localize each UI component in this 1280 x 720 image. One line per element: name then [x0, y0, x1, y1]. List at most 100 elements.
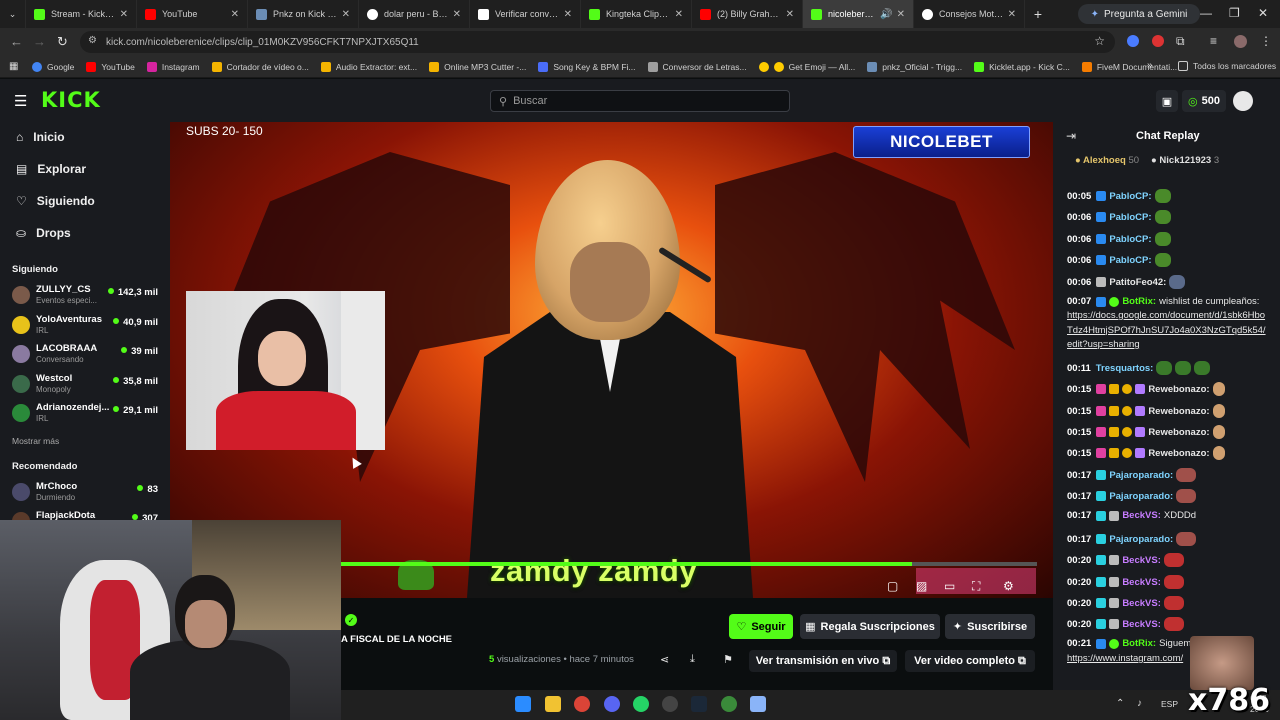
close-icon[interactable]: ✕: [231, 9, 239, 20]
sidebar-channel[interactable]: YoloAventuras IRL 40,9 mil: [12, 313, 162, 339]
close-icon[interactable]: ✕: [564, 9, 572, 20]
subscribe-button[interactable]: ✦ Suscribirse: [945, 614, 1035, 639]
profile-avatar[interactable]: [1234, 35, 1247, 48]
site-info-icon[interactable]: ⚙: [88, 35, 97, 46]
extension-icon[interactable]: [1152, 35, 1164, 47]
new-tab-button[interactable]: +: [1025, 6, 1051, 22]
windows-start-icon[interactable]: [515, 696, 531, 712]
browser-tab-active[interactable]: nicoleberenic 🔊 ✕: [803, 0, 914, 28]
browser-tab[interactable]: Stream - Kick Da ✕: [26, 0, 137, 28]
chat-link[interactable]: https://docs.google.com/document/d/1sbk6…: [1067, 309, 1267, 353]
whatsapp-icon[interactable]: [633, 696, 649, 712]
leaderboard-entry[interactable]: ● Nick121923 3: [1151, 155, 1219, 166]
leaderboard-entry[interactable]: ● Alexhoeq 50: [1075, 155, 1139, 166]
screenshot-icon[interactable]: ▨: [916, 579, 927, 593]
nav-explorar[interactable]: ▤ Explorar: [16, 162, 86, 176]
bookmark-item[interactable]: Get Emoji — All...: [758, 61, 855, 72]
language-indicator[interactable]: ESP: [1161, 699, 1178, 709]
close-icon[interactable]: ✕: [675, 9, 683, 20]
apps-grid-icon[interactable]: ▦: [9, 61, 18, 72]
browser-tab[interactable]: dolar peru - Busc ✕: [359, 0, 470, 28]
sidebar-channel[interactable]: ZULLYY_CS Eventos especi... 142,3 mil: [12, 283, 162, 309]
gift-subs-button[interactable]: ▦ Regala Suscripciones: [800, 614, 940, 639]
bookmark-item[interactable]: FiveM Documentati...: [1081, 61, 1177, 72]
share-icon[interactable]: ⋖: [660, 653, 669, 666]
star-icon[interactable]: ☆: [1094, 34, 1105, 48]
kebab-menu-icon[interactable]: ⋮: [1260, 34, 1272, 48]
bookmark-item[interactable]: pnkz_Oficial - Trigg...: [867, 61, 962, 72]
sidebar-channel[interactable]: MrChoco Durmiendo 83: [12, 480, 162, 506]
collapse-chat-icon[interactable]: ⇥: [1066, 129, 1076, 143]
tab-search-dropdown[interactable]: ⌄: [0, 0, 26, 28]
browser-tab[interactable]: YouTube ✕: [137, 0, 248, 28]
close-icon[interactable]: ✕: [453, 9, 461, 20]
user-avatar[interactable]: [1233, 91, 1253, 111]
close-icon[interactable]: ✕: [897, 9, 905, 20]
nav-drops[interactable]: ⛀ Drops: [16, 226, 71, 240]
dashboard-icon[interactable]: ▣: [1156, 90, 1178, 112]
chevron-up-icon[interactable]: ⌃: [1116, 698, 1124, 709]
close-icon[interactable]: ✕: [786, 9, 794, 20]
sidebar-channel[interactable]: LACOBRAAA Conversando 39 mil: [12, 342, 162, 368]
browser-tab[interactable]: (2) Billy Graham, ✕: [692, 0, 803, 28]
speaker-icon[interactable]: 🔊: [880, 9, 892, 20]
show-more-link[interactable]: Mostrar más: [12, 436, 59, 446]
search-input[interactable]: ⚲ Buscar: [490, 90, 790, 112]
bookmark-item[interactable]: Google: [32, 61, 74, 72]
all-bookmarks-button[interactable]: Todos los marcadores: [1178, 61, 1276, 71]
reload-icon[interactable]: ↻: [57, 34, 68, 50]
bookmark-item[interactable]: Conversor de Letras...: [647, 61, 747, 72]
clip-icon[interactable]: ▢: [887, 579, 898, 593]
nav-inicio[interactable]: ⌂ Inicio: [16, 130, 65, 144]
browser-tab[interactable]: Verificar conviver ✕: [470, 0, 581, 28]
kick-logo[interactable]: KICK: [41, 88, 101, 112]
forward-icon[interactable]: →: [33, 34, 46, 49]
address-bar[interactable]: ⚙ kick.com/nicoleberenice/clips/clip_01M…: [80, 31, 1115, 53]
window-close-icon[interactable]: ✕: [1258, 6, 1268, 20]
points-button[interactable]: ◎ 500: [1182, 90, 1226, 112]
gemini-button[interactable]: ✦ Pregunta a Gemini: [1078, 4, 1200, 24]
fullscreen-icon[interactable]: ⛶: [972, 579, 980, 594]
watch-live-button[interactable]: Ver transmisión en vivo ⧉: [749, 650, 897, 672]
hamburger-menu-icon[interactable]: ☰: [14, 92, 27, 110]
bookmark-item[interactable]: Audio Extractor: ext...: [320, 61, 417, 72]
discord-icon[interactable]: [604, 696, 620, 712]
settings-gear-icon[interactable]: ⚙: [1003, 579, 1014, 593]
close-icon[interactable]: ✕: [120, 9, 128, 20]
media-icon[interactable]: ≡: [1210, 34, 1217, 48]
browser-tab[interactable]: Pnkz on Kick — E✕: [248, 0, 359, 28]
chrome-icon[interactable]: [574, 696, 590, 712]
xbox-icon[interactable]: [721, 696, 737, 712]
bookmark-item[interactable]: Kicklet.app - Kick C...: [974, 61, 1070, 72]
bookmark-item[interactable]: Song Key & BPM Fi...: [538, 61, 636, 72]
download-icon[interactable]: ⤓: [690, 653, 695, 666]
close-icon[interactable]: ✕: [342, 9, 350, 20]
close-icon[interactable]: ✕: [1008, 9, 1016, 20]
calculator-icon[interactable]: [750, 696, 766, 712]
chevron-right-icon[interactable]: »: [1147, 60, 1153, 71]
nav-siguiendo[interactable]: ♡ Siguiendo: [16, 194, 95, 208]
back-icon[interactable]: ←: [10, 34, 23, 49]
watch-full-video-button[interactable]: Ver video completo ⧉: [905, 650, 1035, 672]
obs-icon[interactable]: [662, 696, 678, 712]
file-explorer-icon[interactable]: [545, 696, 561, 712]
bookmark-item[interactable]: Instagram: [146, 61, 200, 72]
theater-mode-icon[interactable]: ▭: [944, 579, 955, 593]
bookmark-item[interactable]: Cortador de vídeo o...: [211, 61, 309, 72]
microphone-icon[interactable]: ♪: [1137, 698, 1142, 709]
report-icon[interactable]: ⚑: [723, 653, 733, 666]
puzzle-icon[interactable]: ⧉: [1176, 34, 1185, 49]
browser-tab[interactable]: Kingteka Clips - V ✕: [581, 0, 692, 28]
minimize-icon[interactable]: —: [1200, 6, 1212, 20]
follow-button[interactable]: ♡ Seguir: [729, 614, 793, 639]
bookmark-favicon-icon: [320, 61, 331, 72]
bookmark-item[interactable]: Online MP3 Cutter -...: [429, 61, 526, 72]
video-progress-bar[interactable]: [341, 562, 1037, 566]
steam-icon[interactable]: [691, 696, 707, 712]
sidebar-channel[interactable]: Adrianozendej... IRL 29,1 mil: [12, 401, 162, 427]
sidebar-channel[interactable]: Westcol Monopoly 35,8 mil: [12, 372, 162, 398]
browser-tab[interactable]: Consejos Motivac ✕: [914, 0, 1025, 28]
extension-icon[interactable]: [1127, 35, 1139, 47]
bookmark-item[interactable]: YouTube: [86, 61, 135, 72]
maximize-icon[interactable]: ❐: [1229, 6, 1240, 20]
